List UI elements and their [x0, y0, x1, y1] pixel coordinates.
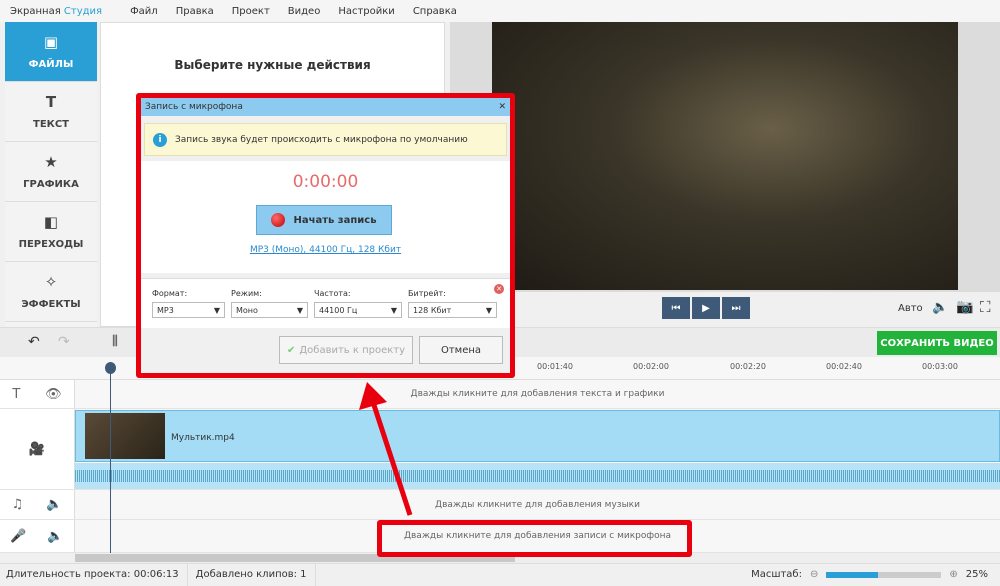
text-track[interactable]: T 👁 Дважды кликните для добавления текста…: [0, 380, 1000, 409]
chevron-down-icon: ▼: [296, 305, 303, 315]
highlight-mic-track: [377, 520, 692, 557]
star-icon: ★: [44, 153, 58, 171]
cancel-button[interactable]: Отмена: [419, 336, 503, 364]
camera-icon[interactable]: 📷: [956, 299, 973, 315]
start-record-button[interactable]: Начать запись: [256, 205, 392, 235]
format-settings-link[interactable]: MP3 (Моно), 44100 Гц, 128 Кбит: [141, 245, 510, 255]
panel-title: Выберите нужные действия: [174, 58, 371, 72]
music-track-hint: Дважды кликните для добавления музыки: [435, 499, 640, 510]
record-timer: 0:00:00: [292, 172, 359, 192]
add-to-project-button[interactable]: ✔ Добавить к проекту: [279, 336, 413, 364]
ruler-tick: 00:03:00: [922, 362, 958, 371]
menu-bar: Экранная Студия Файл Правка Проект Видео…: [0, 0, 1000, 22]
zoom-out-icon[interactable]: ⊖: [810, 569, 818, 580]
undo-icon[interactable]: ↶: [28, 334, 40, 350]
chevron-down-icon: ▼: [213, 305, 220, 315]
fullscreen-icon[interactable]: ⛶: [980, 298, 991, 316]
transitions-icon: ◧: [43, 213, 59, 231]
playhead[interactable]: [110, 362, 111, 554]
close-icon[interactable]: ✕: [498, 102, 506, 112]
clip-thumbnail: [85, 413, 165, 459]
check-icon: ✔: [286, 344, 296, 356]
menu-help[interactable]: Справка: [413, 6, 457, 17]
text-icon: T: [45, 93, 57, 111]
menu-settings[interactable]: Настройки: [338, 6, 394, 17]
frequency-select[interactable]: 44100 Гц ▼: [314, 302, 402, 318]
bitrate-select[interactable]: 128 Кбит ▼: [408, 302, 497, 318]
annotation-arrow: [359, 382, 413, 516]
format-settings: ✕ Формат: MP3 ▼ Режим: Моно ▼ Частота: 44100 …: [141, 278, 510, 328]
next-frame-button[interactable]: ⏭: [722, 297, 750, 319]
menu-video[interactable]: Видео: [288, 6, 321, 17]
prev-frame-button[interactable]: ⏮: [662, 297, 690, 319]
format-select[interactable]: MP3 ▼: [152, 302, 225, 318]
video-preview: [492, 22, 958, 290]
zoom-slider[interactable]: [826, 571, 942, 578]
ruler-tick: 00:02:20: [730, 362, 766, 371]
status-bar: Длительность проекта: 00:06:13 Добавлено…: [0, 563, 1000, 586]
info-icon: i: [153, 132, 167, 147]
ruler-tick: 00:01:40: [537, 362, 573, 371]
clip-name: Мультик.mp4: [171, 433, 235, 443]
eye-icon[interactable]: 👁: [45, 387, 62, 402]
dialog-title: Запись с микрофона: [145, 102, 243, 112]
magic-wand-icon: ✧: [44, 273, 58, 291]
app-brand: Экранная Студия: [10, 5, 103, 17]
ruler-tick: 00:02:40: [826, 362, 862, 371]
split-icon[interactable]: ⫼: [112, 334, 118, 349]
chevron-down-icon: ▼: [485, 305, 492, 315]
playhead-handle[interactable]: [105, 362, 116, 374]
menu-project[interactable]: Проект: [232, 6, 270, 17]
play-button[interactable]: ▶: [692, 297, 720, 319]
record-icon: [271, 213, 286, 227]
zoom-in-icon[interactable]: ⊕: [949, 569, 957, 580]
audio-waveform[interactable]: [75, 463, 1000, 489]
mode-select[interactable]: Моно ▼: [231, 302, 308, 318]
sidebar-item-transitions[interactable]: ◧ ПЕРЕХОДЫ: [5, 202, 97, 262]
microphone-icon: 🎤: [10, 528, 27, 544]
redo-icon[interactable]: ↷: [58, 334, 70, 350]
player-controls: ⏮ ▶ ⏭ Авто 🔈 📷 ⛶: [450, 292, 1000, 327]
volume-icon[interactable]: 🔈: [47, 529, 63, 544]
clips-count: Добавлено клипов: 1: [195, 569, 307, 580]
mic-record-dialog: Запись с микрофона ✕ i Запись звука будет …: [141, 98, 510, 373]
chevron-down-icon: ▼: [390, 305, 397, 315]
sidebar-item-effects[interactable]: ✧ ЭФФЕКТЫ: [5, 262, 97, 322]
sidebar-item-text[interactable]: T ТЕКСТ: [5, 82, 97, 142]
menu-file[interactable]: Файл: [130, 6, 158, 17]
sidebar-item-graphics[interactable]: ★ ГРАФИКА: [5, 142, 97, 202]
text-track-hint: Дважды кликните для добавления текста и …: [410, 389, 665, 399]
volume-icon[interactable]: 🔈: [46, 497, 62, 512]
sidebar-item-files[interactable]: ▣ ФАЙЛЫ: [5, 22, 97, 82]
zoom-value: 25%: [965, 569, 988, 580]
menu-edit[interactable]: Правка: [176, 6, 214, 17]
save-video-button[interactable]: СОХРАНИТЬ ВИДЕО: [877, 331, 997, 355]
text-icon: T: [12, 386, 21, 402]
image-icon: ▣: [43, 33, 59, 51]
video-clip[interactable]: Мультик.mp4: [75, 410, 1000, 462]
sidebar: ▣ ФАЙЛЫ T ТЕКСТ ★ ГРАФИКА ◧ ПЕРЕХОДЫ ✧ ЭФФЕКТ…: [5, 22, 97, 327]
info-banner: i Запись звука будет происходить с микроф…: [144, 123, 507, 156]
project-duration: Длительность проекта: 00:06:13: [6, 569, 179, 580]
music-track[interactable]: ♫ 🔈 Дважды кликните для добавления музыки: [0, 490, 1000, 520]
ruler-tick: 00:02:00: [633, 362, 669, 371]
volume-icon[interactable]: 🔈: [932, 300, 948, 315]
zoom-label: Масштаб:: [751, 569, 802, 580]
quality-select[interactable]: Авто: [898, 303, 923, 314]
video-camera-icon: 🎥: [28, 441, 46, 457]
music-note-icon: ♫: [11, 497, 24, 512]
